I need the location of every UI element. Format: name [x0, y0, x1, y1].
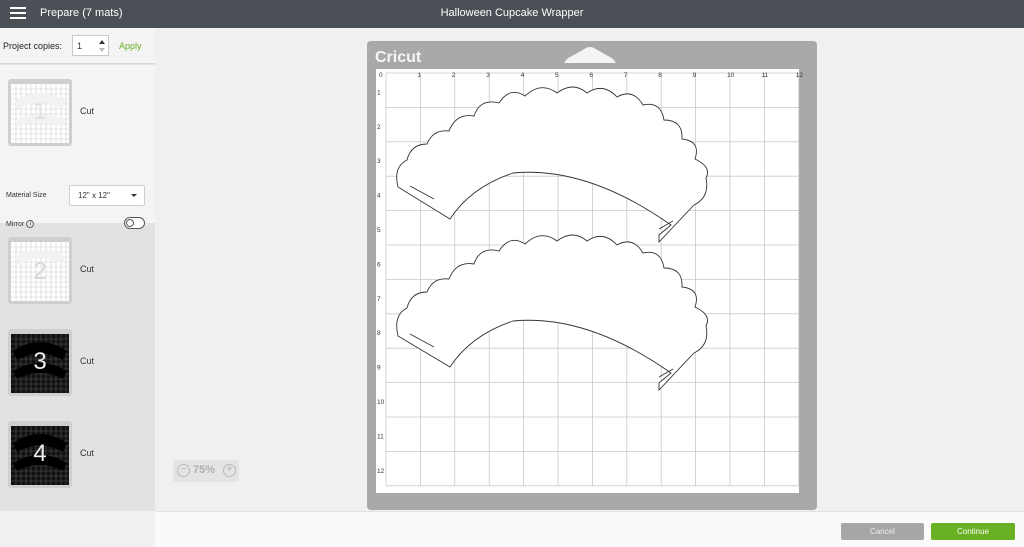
decrement-arrow-icon[interactable] — [99, 48, 105, 52]
cutting-mat: Cricut 0 1 2 3 4 5 6 7 8 9 10 11 12 1 2 3 4 5 6 7 8 9 10 11 12 — [367, 41, 817, 510]
ruler-top-label: 3 — [486, 72, 490, 79]
project-copies-input[interactable]: 1 — [72, 35, 109, 56]
ruler-top-label: 0 — [379, 72, 383, 79]
ruler-top-label: 4 — [521, 72, 525, 79]
ruler-left-label: 5 — [377, 227, 381, 234]
svg-text:4: 4 — [33, 440, 46, 467]
ruler-left-label: 4 — [377, 193, 381, 200]
ruler-top-label: 6 — [589, 72, 593, 79]
ruler-left-label: 8 — [377, 330, 381, 337]
ruler-left-label: 9 — [377, 365, 381, 372]
info-icon[interactable]: i — [26, 220, 35, 228]
ruler-top-label: 7 — [624, 72, 628, 79]
ruler-left-label: 6 — [377, 261, 381, 268]
zoom-out-icon[interactable]: − — [177, 464, 190, 477]
ruler-left-label: 12 — [377, 468, 385, 475]
mat-thumbnail-2[interactable]: 2 — [8, 237, 72, 304]
ruler-left-label: 2 — [377, 124, 381, 131]
ruler-top-label: 10 — [727, 72, 735, 79]
increment-arrow-icon[interactable] — [99, 40, 105, 44]
mat-cut-label-4: Cut — [80, 448, 95, 458]
mat-thumbnail-4[interactable]: 4 — [8, 421, 72, 488]
toggle-knob — [126, 219, 134, 227]
ruler-top-label: 12 — [796, 72, 804, 79]
footer-bar: Cancel Continue — [155, 511, 1024, 547]
material-size-select[interactable]: 12" x 12" — [69, 185, 145, 206]
project-title: Halloween Cupcake Wrapper — [440, 7, 584, 19]
mat-preview-area: Cricut 0 1 2 3 4 5 6 7 8 9 10 11 12 1 2 3 4 5 6 7 8 9 10 11 12 … — [155, 28, 1024, 511]
ruler-left-label: 11 — [377, 433, 384, 440]
ruler-top-label: 2 — [452, 72, 456, 79]
project-copies-row: Project copies: 1 Apply — [0, 28, 155, 64]
svg-text:3: 3 — [33, 348, 46, 375]
chevron-down-icon — [131, 194, 137, 197]
mat-cut-label-1: Cut — [80, 106, 95, 116]
zoom-control: − 75% + — [173, 460, 239, 482]
mat-cut-label-3: Cut — [80, 356, 95, 366]
cancel-button[interactable]: Cancel — [841, 523, 924, 540]
mirror-toggle[interactable] — [124, 217, 145, 229]
svg-text:2: 2 — [33, 258, 46, 285]
mat-thumbnail-3[interactable]: 3 — [8, 329, 72, 396]
ruler-top-label: 5 — [555, 72, 559, 79]
project-copies-value: 1 — [77, 41, 83, 51]
ruler-left-label: 7 — [377, 296, 381, 303]
continue-button[interactable]: Continue — [931, 523, 1015, 540]
project-copies-label: Project copies: — [3, 41, 63, 51]
material-size-value: 12" x 12" — [78, 191, 110, 200]
selected-mat-section: 1 Cut Material Size 12" x 12" Mirror i — [0, 65, 155, 229]
ruler-left-label: 3 — [377, 158, 381, 165]
ruler-left-label: 1 — [377, 89, 381, 96]
mats-panel: Project copies: 1 Apply 1 Cut Material S… — [0, 28, 155, 547]
panel-bottom — [0, 511, 155, 547]
zoom-level: 75% — [193, 464, 216, 476]
material-size-label: Material Size — [6, 192, 47, 199]
mat-thumbnail-1[interactable]: 1 — [8, 79, 72, 146]
ruler-top-label: 11 — [761, 72, 768, 79]
mat-grid-canvas[interactable]: 0 1 2 3 4 5 6 7 8 9 10 11 12 123456789101112 — [367, 41, 817, 510]
ruler-top-label: 9 — [693, 72, 697, 79]
ruler-left-label: 10 — [377, 399, 385, 406]
svg-text:1: 1 — [33, 98, 46, 125]
apply-button[interactable]: Apply — [119, 41, 142, 51]
ruler-top-label: 1 — [417, 72, 421, 79]
top-bar: Prepare (7 mats) Halloween Cupcake Wrapp… — [0, 0, 1024, 28]
zoom-in-icon[interactable]: + — [223, 464, 236, 477]
ruler-top-label: 8 — [658, 72, 662, 79]
mirror-label: Mirror i — [6, 220, 35, 228]
mat-cut-label-2: Cut — [80, 264, 95, 274]
